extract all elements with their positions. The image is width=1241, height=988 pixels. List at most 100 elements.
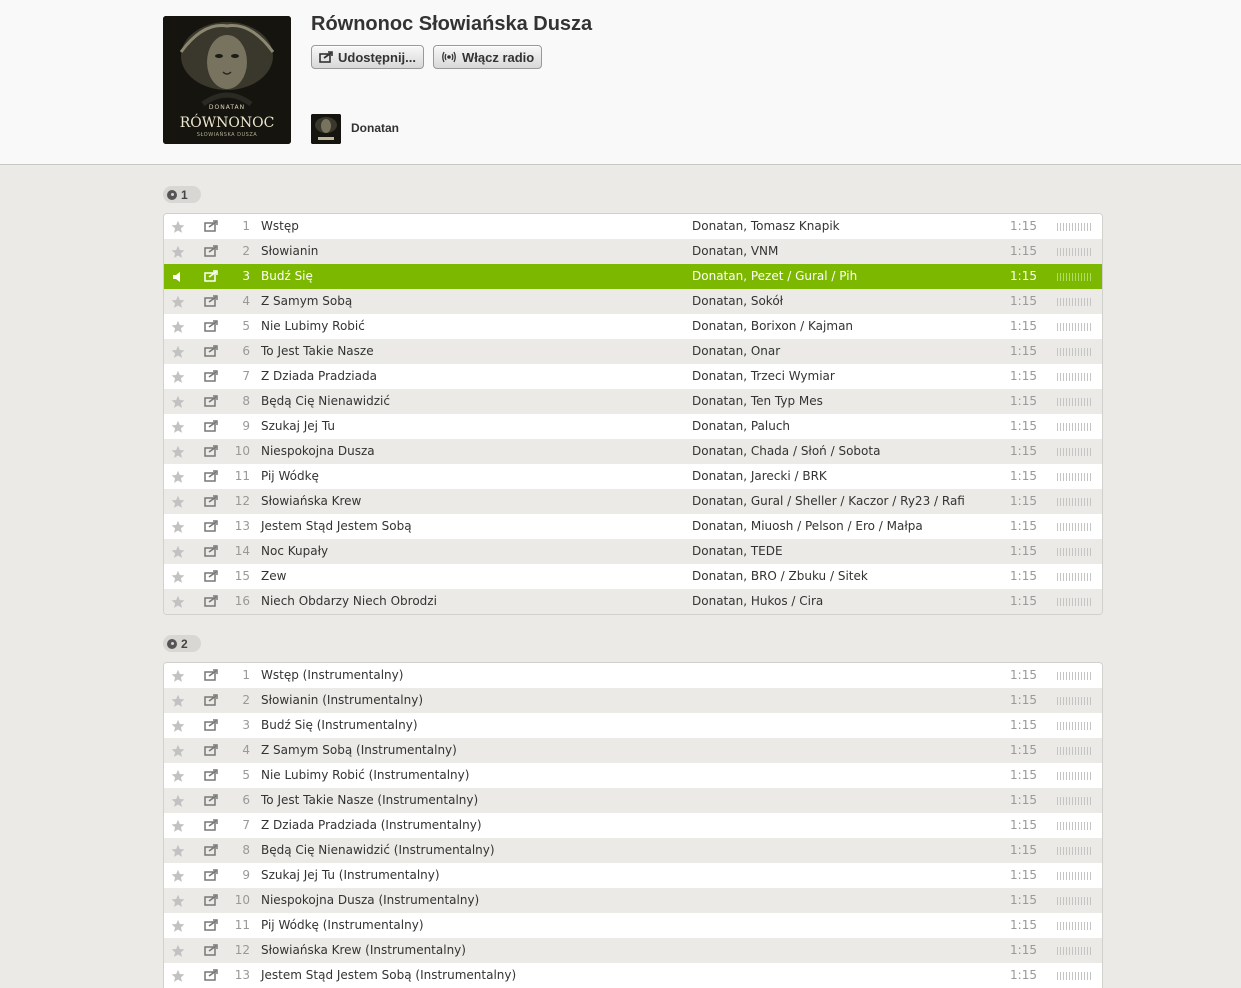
artist-thumbnail[interactable]: [311, 114, 341, 144]
track-row[interactable]: 4 Z Samym Sobą Donatan, Sokół 1:15: [164, 289, 1102, 314]
track-row[interactable]: 2 Słowianin Donatan, VNM 1:15: [164, 239, 1102, 264]
share-icon[interactable]: [204, 345, 218, 359]
share-icon[interactable]: [204, 694, 218, 708]
track-title[interactable]: Budź Się: [261, 264, 313, 289]
track-title[interactable]: Słowiańska Krew: [261, 489, 361, 514]
track-row[interactable]: 4 Z Samym Sobą (Instrumentalny) 1:15: [164, 738, 1102, 763]
track-row[interactable]: 13 Jestem Stąd Jestem Sobą Donatan, Miuosh…: [164, 514, 1102, 539]
star-icon[interactable]: [171, 420, 185, 434]
track-row[interactable]: 11 Pij Wódkę Donatan, Jarecki / BRK 1:15: [164, 464, 1102, 489]
track-artists[interactable]: Donatan, VNM: [692, 239, 778, 264]
star-icon[interactable]: [171, 220, 185, 234]
track-artists[interactable]: Donatan, BRO / Zbuku / Sitek: [692, 564, 868, 589]
share-icon[interactable]: [204, 220, 218, 234]
track-row[interactable]: 6 To Jest Takie Nasze (Instrumentalny) 1:1…: [164, 788, 1102, 813]
track-row[interactable]: 1 Wstęp (Instrumentalny) 1:15: [164, 663, 1102, 688]
share-icon[interactable]: [204, 969, 218, 983]
track-row[interactable]: 8 Będą Cię Nienawidzić Donatan, Ten Typ Me…: [164, 389, 1102, 414]
star-icon[interactable]: [171, 395, 185, 409]
share-icon[interactable]: [204, 894, 218, 908]
star-icon[interactable]: [171, 844, 185, 858]
share-icon[interactable]: [204, 769, 218, 783]
share-icon[interactable]: [204, 545, 218, 559]
star-icon[interactable]: [171, 595, 185, 609]
track-row[interactable]: 7 Z Dziada Pradziada (Instrumentalny) 1:15: [164, 813, 1102, 838]
share-icon[interactable]: [204, 819, 218, 833]
star-icon[interactable]: [171, 445, 185, 459]
album-cover[interactable]: DONATAN RÓWNONOC SŁOWIAŃSKA DUSZA: [163, 16, 291, 144]
track-artists[interactable]: Donatan, Paluch: [692, 414, 790, 439]
star-icon[interactable]: [171, 669, 185, 683]
star-icon[interactable]: [171, 894, 185, 908]
track-artists[interactable]: Donatan, Gural / Sheller / Kaczor / Ry23…: [692, 489, 965, 514]
track-row[interactable]: 10 Niespokojna Dusza (Instrumentalny) 1:15: [164, 888, 1102, 913]
track-title[interactable]: Jestem Stąd Jestem Sobą: [261, 514, 412, 539]
track-artists[interactable]: Donatan, Ten Typ Mes: [692, 389, 823, 414]
star-icon[interactable]: [171, 520, 185, 534]
track-row[interactable]: 5 Nie Lubimy Robić (Instrumentalny) 1:15: [164, 763, 1102, 788]
track-row-playing[interactable]: 3 Budź Się Donatan, Pezet / Gural / Pih 1:1…: [164, 264, 1102, 289]
share-icon[interactable]: [204, 744, 218, 758]
star-icon[interactable]: [171, 370, 185, 384]
share-icon[interactable]: [204, 595, 218, 609]
track-row[interactable]: 16 Niech Obdarzy Niech Obrodzi Donatan, Hu…: [164, 589, 1102, 614]
track-title[interactable]: Jestem Stąd Jestem Sobą (Instrumentalny): [261, 963, 516, 988]
share-icon[interactable]: [204, 420, 218, 434]
share-icon[interactable]: [204, 445, 218, 459]
radio-button[interactable]: Włącz radio: [433, 45, 543, 69]
star-icon[interactable]: [171, 495, 185, 509]
artist-link[interactable]: Donatan: [351, 121, 399, 135]
star-icon[interactable]: [171, 869, 185, 883]
star-icon[interactable]: [171, 794, 185, 808]
track-title[interactable]: Wstęp (Instrumentalny): [261, 663, 403, 688]
track-row[interactable]: 10 Niespokojna Dusza Donatan, Chada / Słoń…: [164, 439, 1102, 464]
track-artists[interactable]: Donatan, Onar: [692, 339, 780, 364]
track-title[interactable]: Z Dziada Pradziada: [261, 364, 377, 389]
track-title[interactable]: Niespokojna Dusza: [261, 439, 375, 464]
track-title[interactable]: Szukaj Jej Tu: [261, 414, 335, 439]
track-title[interactable]: Pij Wódkę: [261, 464, 319, 489]
track-title[interactable]: Słowianin (Instrumentalny): [261, 688, 423, 713]
star-icon[interactable]: [171, 944, 185, 958]
track-row[interactable]: 13 Jestem Stąd Jestem Sobą (Instrumentaln…: [164, 963, 1102, 988]
star-icon[interactable]: [171, 345, 185, 359]
track-row[interactable]: 1 Wstęp Donatan, Tomasz Knapik 1:15: [164, 214, 1102, 239]
track-row[interactable]: 12 Słowiańska Krew Donatan, Gural / Shelle…: [164, 489, 1102, 514]
track-artists[interactable]: Donatan, Trzeci Wymiar: [692, 364, 835, 389]
star-icon[interactable]: [171, 694, 185, 708]
share-icon[interactable]: [204, 270, 218, 284]
track-artists[interactable]: Donatan, Pezet / Gural / Pih: [692, 264, 857, 289]
share-icon[interactable]: [204, 844, 218, 858]
share-icon[interactable]: [204, 370, 218, 384]
star-icon[interactable]: [171, 545, 185, 559]
track-row[interactable]: 12 Słowiańska Krew (Instrumentalny) 1:15: [164, 938, 1102, 963]
track-row[interactable]: 14 Noc Kupały Donatan, TEDE 1:15: [164, 539, 1102, 564]
track-row[interactable]: 3 Budź Się (Instrumentalny) 1:15: [164, 713, 1102, 738]
star-icon[interactable]: [171, 969, 185, 983]
star-icon[interactable]: [171, 719, 185, 733]
track-title[interactable]: Będą Cię Nienawidzić: [261, 389, 390, 414]
star-icon[interactable]: [171, 919, 185, 933]
track-row[interactable]: 8 Będą Cię Nienawidzić (Instrumentalny) 1:…: [164, 838, 1102, 863]
track-title[interactable]: Z Dziada Pradziada (Instrumentalny): [261, 813, 482, 838]
share-icon[interactable]: [204, 869, 218, 883]
track-title[interactable]: Wstęp: [261, 214, 299, 239]
share-icon[interactable]: [204, 520, 218, 534]
track-title[interactable]: Zew: [261, 564, 286, 589]
track-artists[interactable]: Donatan, Jarecki / BRK: [692, 464, 827, 489]
track-title[interactable]: Z Samym Sobą (Instrumentalny): [261, 738, 457, 763]
star-icon[interactable]: [171, 819, 185, 833]
track-row[interactable]: 15 Zew Donatan, BRO / Zbuku / Sitek 1:15: [164, 564, 1102, 589]
track-title[interactable]: Budź Się (Instrumentalny): [261, 713, 418, 738]
track-title[interactable]: Słowiańska Krew (Instrumentalny): [261, 938, 466, 963]
share-button[interactable]: Udostępnij...: [311, 45, 424, 69]
track-artists[interactable]: Donatan, Sokół: [692, 289, 783, 314]
track-title[interactable]: Z Samym Sobą: [261, 289, 352, 314]
track-artists[interactable]: Donatan, Tomasz Knapik: [692, 214, 840, 239]
track-title[interactable]: Noc Kupały: [261, 539, 328, 564]
share-icon[interactable]: [204, 944, 218, 958]
track-artists[interactable]: Donatan, TEDE: [692, 539, 783, 564]
track-row[interactable]: 9 Szukaj Jej Tu (Instrumentalny) 1:15: [164, 863, 1102, 888]
track-title[interactable]: Szukaj Jej Tu (Instrumentalny): [261, 863, 440, 888]
share-icon[interactable]: [204, 295, 218, 309]
